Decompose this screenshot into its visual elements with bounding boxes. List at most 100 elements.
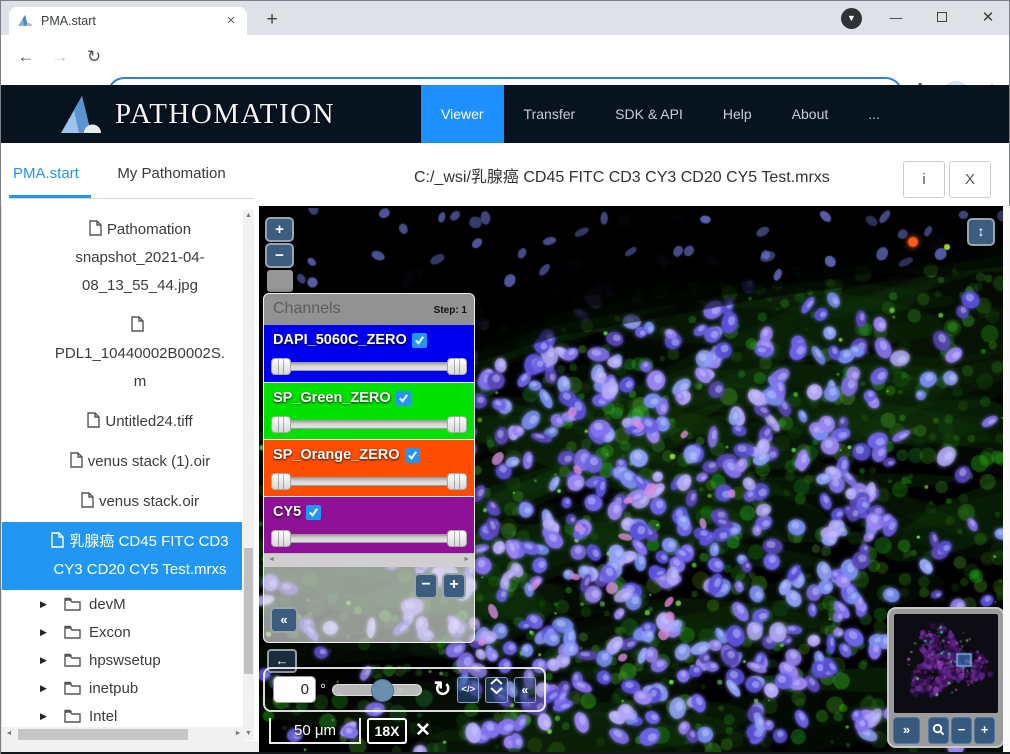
folder-name: devM bbox=[89, 596, 126, 613]
pathomation-triangle-icon bbox=[57, 92, 107, 137]
overview-minimap: » − + bbox=[887, 607, 1003, 748]
expand-caret-icon[interactable]: ▶ bbox=[40, 683, 64, 694]
tree-vertical-scrollbar[interactable]: ▲ ▼ bbox=[243, 210, 254, 740]
channel-range-slider[interactable] bbox=[273, 358, 465, 378]
minimap-zoom-out-button[interactable]: − bbox=[951, 717, 972, 744]
channel-range-slider[interactable] bbox=[273, 473, 465, 493]
new-tab-button[interactable]: + bbox=[259, 8, 285, 34]
range-handle-max[interactable] bbox=[447, 473, 467, 490]
nav-item-overflow[interactable]: ... bbox=[848, 85, 900, 143]
channels-minus-button[interactable]: − bbox=[414, 573, 438, 599]
range-handle-min[interactable] bbox=[271, 358, 291, 375]
zoom-in-button[interactable]: + bbox=[265, 217, 294, 242]
tab-pma-start[interactable]: PMA.start bbox=[9, 157, 91, 198]
file-name: 乳腺癌 CD45 FITC CD3 CY3 CD20 CY5 Test.mrxs bbox=[53, 533, 228, 578]
folder-icon bbox=[64, 597, 81, 611]
pathomation-logo[interactable]: PATHOMATION bbox=[57, 92, 335, 137]
range-handle-max[interactable] bbox=[447, 416, 467, 433]
nav-item-help[interactable]: Help bbox=[703, 85, 772, 143]
tree-item-file[interactable]: PDL1_10440002B0002S.m bbox=[2, 306, 242, 402]
nav-item-about[interactable]: About bbox=[772, 85, 849, 143]
nav-item-viewer[interactable]: Viewer bbox=[421, 85, 504, 143]
rotation-collapse-button[interactable]: « bbox=[514, 677, 536, 703]
tab-close-icon[interactable]: ✕ bbox=[223, 13, 239, 29]
zoom-slider[interactable] bbox=[267, 270, 293, 292]
main-content: Pathomation snapshot_2021-04-08_13_55_44… bbox=[1, 206, 1009, 754]
expand-caret-icon[interactable]: ▶ bbox=[40, 599, 64, 610]
slide-info-button[interactable]: i bbox=[903, 161, 945, 198]
flip-vertical-button[interactable] bbox=[485, 677, 507, 703]
browser-tab[interactable]: PMA.start ✕ bbox=[9, 7, 247, 35]
tree-item-file[interactable]: Pathomation snapshot_2021-04-08_13_55_44… bbox=[2, 210, 242, 306]
rotation-slider[interactable] bbox=[332, 684, 422, 696]
back-icon[interactable]: ← bbox=[13, 47, 39, 67]
tree-item-file[interactable]: Untitled24.tiff bbox=[2, 402, 242, 442]
folder-name: hpswsetup bbox=[89, 652, 161, 669]
scroll-left-icon[interactable]: ◄ bbox=[268, 556, 275, 563]
scroll-left-icon[interactable]: ◄ bbox=[2, 727, 16, 741]
range-handle-max[interactable] bbox=[447, 358, 467, 375]
channel-range-slider[interactable] bbox=[273, 530, 465, 550]
embed-code-button[interactable]: </> bbox=[457, 677, 479, 703]
rotation-slider-handle[interactable] bbox=[371, 679, 394, 702]
slide-viewer[interactable]: + − Channels Step: 1 DAPI_5060C_ZERO SP_… bbox=[259, 206, 1003, 752]
scroll-right-icon[interactable]: ► bbox=[231, 727, 245, 741]
expand-caret-icon[interactable]: ▶ bbox=[40, 711, 64, 722]
app-tab-list: PMA.start My Pathomation bbox=[9, 157, 254, 199]
range-handle-max[interactable] bbox=[447, 530, 467, 547]
scroll-up-icon[interactable]: ▲ bbox=[243, 210, 254, 222]
horizontal-scroll-thumb[interactable] bbox=[18, 729, 188, 740]
channel-checkbox[interactable] bbox=[306, 505, 321, 520]
channel-checkbox[interactable] bbox=[396, 391, 411, 406]
app-navbar: PATHOMATION Viewer Transfer SDK & API He… bbox=[1, 85, 1009, 143]
tree-item-file-selected[interactable]: 乳腺癌 CD45 FITC CD3 CY3 CD20 CY5 Test.mrxs bbox=[2, 522, 242, 590]
channels-scrollbar[interactable]: ◄ ► bbox=[264, 553, 474, 567]
vertical-scroll-thumb[interactable] bbox=[244, 548, 253, 674]
minimap-zoom-in-button[interactable]: + bbox=[974, 717, 995, 744]
browser-tabstrip: PMA.start ✕ + ▼ — ✕ bbox=[1, 1, 1009, 35]
tree-item-folder[interactable]: ▶ inetpub bbox=[2, 674, 242, 702]
channel-label: CY5 bbox=[273, 504, 301, 520]
step-label: Step: 1 bbox=[434, 305, 467, 316]
channel-checkbox[interactable] bbox=[412, 333, 427, 348]
channels-plus-button[interactable]: + bbox=[442, 573, 466, 599]
browser-window: PMA.start ✕ + ▼ — ✕ ← → ↻ ⓘ http://local… bbox=[0, 0, 1010, 754]
media-control-icon[interactable]: ▼ bbox=[841, 8, 862, 29]
window-minimize-button[interactable]: — bbox=[876, 1, 916, 34]
scalebar-close-icon[interactable]: ✕ bbox=[415, 719, 431, 742]
rotation-input[interactable]: 0 bbox=[273, 676, 316, 703]
tab-my-pathomation[interactable]: My Pathomation bbox=[113, 157, 237, 198]
nav-item-sdk-api[interactable]: SDK & API bbox=[595, 85, 703, 143]
minimap-thumbnail[interactable] bbox=[894, 614, 998, 713]
expand-caret-icon[interactable]: ▶ bbox=[40, 655, 64, 666]
tree-horizontal-scrollbar[interactable]: ◄ ► bbox=[2, 727, 245, 741]
scroll-right-icon[interactable]: ► bbox=[463, 556, 470, 563]
content-scrollbar[interactable] bbox=[1003, 206, 1010, 754]
channel-label: SP_Orange_ZERO bbox=[273, 447, 400, 463]
range-handle-min[interactable] bbox=[271, 416, 291, 433]
range-handle-min[interactable] bbox=[271, 473, 291, 490]
reload-icon[interactable]: ↻ bbox=[81, 47, 107, 67]
window-close-button[interactable]: ✕ bbox=[968, 1, 1008, 34]
tree-item-file[interactable]: venus stack (1).oir bbox=[2, 442, 242, 482]
resize-vertical-button[interactable]: ↕ bbox=[967, 218, 995, 246]
channel-checkbox[interactable] bbox=[405, 448, 420, 463]
tree-item-file[interactable]: venus stack.oir bbox=[2, 482, 242, 522]
tree-item-folder[interactable]: ▶ hpswsetup bbox=[2, 646, 242, 674]
channels-collapse-button[interactable]: « bbox=[270, 607, 298, 633]
window-maximize-button[interactable] bbox=[922, 1, 962, 34]
minimap-magnifier-button[interactable] bbox=[928, 717, 949, 744]
tree-item-folder[interactable]: ▶ Excon bbox=[2, 618, 242, 646]
minimap-expand-button[interactable]: » bbox=[893, 717, 920, 744]
expand-caret-icon[interactable]: ▶ bbox=[40, 627, 64, 638]
channel-row-orange: SP_Orange_ZERO bbox=[264, 439, 474, 496]
channel-range-slider[interactable] bbox=[273, 416, 465, 436]
channels-header[interactable]: Channels Step: 1 bbox=[264, 294, 474, 325]
nav-item-transfer[interactable]: Transfer bbox=[504, 85, 596, 143]
slide-close-button[interactable]: X bbox=[949, 161, 991, 198]
zoom-out-button[interactable]: − bbox=[265, 243, 294, 268]
rotate-reset-icon[interactable]: ↻ bbox=[434, 677, 452, 702]
range-handle-min[interactable] bbox=[271, 530, 291, 547]
tree-item-folder[interactable]: ▶ Intel bbox=[2, 702, 242, 730]
tree-item-folder[interactable]: ▶ devM bbox=[2, 590, 242, 618]
